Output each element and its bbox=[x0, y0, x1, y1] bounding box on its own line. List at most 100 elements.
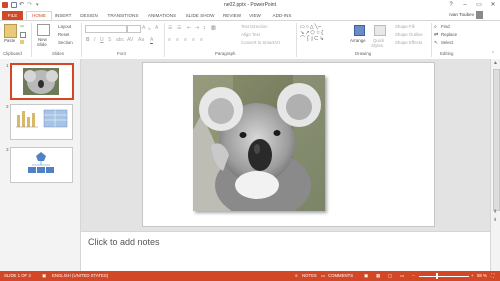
tab-view[interactable]: VIEW bbox=[246, 11, 264, 20]
vertical-scrollbar[interactable]: ▲ ⇞ ⇟ bbox=[490, 59, 500, 271]
reading-view-icon[interactable]: ▢ bbox=[388, 273, 392, 279]
shape-effects-button[interactable]: Shape Effects bbox=[395, 40, 422, 45]
font-color-icon[interactable]: A bbox=[150, 37, 154, 44]
align-text-button[interactable]: Align Text bbox=[241, 32, 260, 37]
paste-button-label[interactable]: Paste bbox=[4, 38, 15, 43]
replace-button[interactable]: Replace bbox=[441, 32, 457, 37]
tab-add-ins[interactable]: ADD-INS bbox=[267, 11, 297, 20]
font-name-box[interactable] bbox=[85, 25, 127, 33]
zoom-level[interactable]: 58 % bbox=[477, 273, 487, 278]
copy-icon[interactable] bbox=[20, 32, 26, 38]
clear-format-icon[interactable]: A bbox=[155, 25, 158, 31]
sorter-view-icon[interactable]: ▦ bbox=[376, 273, 380, 279]
slide-thumbnail-3[interactable] bbox=[10, 147, 73, 183]
tab-home[interactable]: HOME bbox=[26, 11, 52, 20]
select-icon[interactable]: ↖ bbox=[434, 40, 438, 46]
notes-placeholder[interactable]: Click to add notes bbox=[88, 237, 160, 247]
line-spacing-icon[interactable]: ↕ bbox=[203, 25, 206, 31]
paste-icon[interactable] bbox=[4, 24, 17, 38]
grow-font-icon[interactable]: A bbox=[142, 25, 145, 31]
slide-number: 3 bbox=[6, 147, 9, 152]
bold-icon[interactable]: B bbox=[86, 37, 90, 43]
comments-button[interactable]: COMMENTS bbox=[328, 273, 353, 278]
tab-file[interactable]: FILE bbox=[2, 11, 23, 20]
shape-outline-button[interactable]: Shape Outline bbox=[395, 32, 423, 37]
char-spacing-icon[interactable]: AV bbox=[127, 37, 133, 43]
comments-icon[interactable]: ▭ bbox=[321, 273, 325, 279]
tab-review[interactable]: REVIEW bbox=[220, 11, 244, 20]
help-button[interactable]: ? bbox=[446, 1, 456, 9]
slide-canvas[interactable] bbox=[142, 62, 435, 227]
avatar[interactable] bbox=[476, 11, 483, 19]
decrease-indent-icon[interactable]: ⇤ bbox=[187, 25, 191, 31]
slide-editor: Click to add notes bbox=[81, 59, 490, 272]
justify-icon[interactable]: ≡ bbox=[192, 37, 195, 43]
tab-slide-show[interactable]: SLIDE SHOW bbox=[183, 11, 217, 20]
notes-button[interactable]: NOTES bbox=[302, 273, 317, 278]
tab-transitions[interactable]: TRANSITIONS bbox=[104, 11, 142, 20]
increase-indent-icon[interactable]: ⇥ bbox=[195, 25, 199, 31]
collapse-ribbon-icon[interactable]: ⌃ bbox=[491, 51, 495, 57]
quick-styles-label-2[interactable]: Styles bbox=[371, 43, 383, 48]
convert-smartart-button[interactable]: Convert to SmartArt bbox=[241, 40, 280, 45]
slide-thumbnail-1[interactable] bbox=[10, 63, 74, 100]
notes-icon[interactable]: ≡ bbox=[295, 273, 298, 278]
shadow-icon[interactable]: abc bbox=[116, 37, 124, 43]
tab-animations[interactable]: ANIMATIONS bbox=[144, 11, 180, 20]
distributed-icon[interactable]: ≡ bbox=[200, 37, 203, 43]
arrange-icon[interactable] bbox=[354, 25, 365, 36]
align-left-icon[interactable]: ≡ bbox=[168, 37, 171, 43]
spellcheck-icon[interactable]: ▣ bbox=[42, 273, 46, 279]
find-icon[interactable]: ⌕ bbox=[434, 24, 437, 30]
normal-view-icon[interactable]: ▣ bbox=[364, 273, 368, 279]
strikethrough-icon[interactable]: S bbox=[108, 37, 111, 43]
close-button[interactable]: ✕ bbox=[488, 1, 498, 9]
shapes-icon[interactable]: ▭○△╲⌐ ↘↗⬠☆{⌒⎧⌋⊂↳ bbox=[300, 24, 344, 48]
minimize-button[interactable]: – bbox=[460, 1, 470, 9]
zoom-in-icon[interactable]: + bbox=[471, 273, 474, 278]
italic-icon[interactable]: I bbox=[94, 37, 95, 43]
section-button[interactable]: Section bbox=[58, 40, 73, 45]
columns-icon[interactable]: ▥ bbox=[211, 25, 216, 31]
zoom-slider-thumb[interactable] bbox=[436, 273, 438, 279]
chart-thumbnail-image bbox=[16, 109, 68, 128]
cut-icon[interactable]: ✂ bbox=[20, 24, 24, 30]
separator bbox=[81, 23, 82, 57]
shape-fill-button[interactable]: Shape Fill bbox=[395, 24, 415, 29]
tab-insert[interactable]: INSERT bbox=[51, 11, 75, 20]
reset-button[interactable]: Reset bbox=[58, 32, 69, 37]
next-slide-icon[interactable]: ⇟ bbox=[493, 217, 497, 223]
select-button[interactable]: Select bbox=[441, 40, 453, 45]
scroll-thumb[interactable] bbox=[493, 69, 500, 211]
new-slide-label-2[interactable]: Slide bbox=[37, 42, 47, 47]
replace-icon[interactable]: ⇄ bbox=[434, 32, 438, 38]
align-right-icon[interactable]: ≡ bbox=[184, 37, 187, 43]
zoom-out-icon[interactable]: − bbox=[412, 273, 415, 278]
change-case-icon[interactable]: Aa bbox=[138, 37, 144, 43]
slide-thumbnail-2[interactable] bbox=[10, 104, 73, 140]
underline-icon[interactable]: U bbox=[100, 37, 104, 43]
text-direction-button[interactable]: Text Direction bbox=[241, 24, 268, 29]
shrink-font-icon[interactable]: A bbox=[148, 26, 151, 31]
numbering-icon[interactable]: ☰ bbox=[177, 25, 181, 31]
new-slide-icon[interactable] bbox=[37, 24, 50, 36]
font-size-box[interactable] bbox=[127, 25, 141, 33]
maximize-button[interactable]: ▭ bbox=[474, 1, 484, 9]
quick-styles-icon[interactable] bbox=[374, 25, 386, 36]
user-name[interactable]: Ivan Toubev bbox=[449, 12, 474, 17]
bullets-icon[interactable]: ☰ bbox=[168, 25, 172, 31]
koala-picture[interactable] bbox=[193, 75, 325, 211]
layout-button[interactable]: Layout bbox=[58, 24, 71, 29]
tab-design[interactable]: DESIGN bbox=[77, 11, 101, 20]
scroll-up-icon[interactable]: ▲ bbox=[493, 60, 498, 66]
align-center-icon[interactable]: ≡ bbox=[176, 37, 179, 43]
arrange-button[interactable]: Arrange bbox=[350, 38, 366, 43]
zoom-slider[interactable] bbox=[419, 276, 469, 277]
fit-slide-icon[interactable]: ⛶ bbox=[491, 273, 494, 278]
format-painter-icon[interactable] bbox=[20, 40, 24, 44]
notes-pane[interactable]: Click to add notes bbox=[81, 231, 490, 272]
prev-slide-icon[interactable]: ⇞ bbox=[493, 209, 497, 215]
language-indicator[interactable]: ENGLISH (UNITED STATES) bbox=[52, 273, 108, 278]
slideshow-icon[interactable]: ▭ bbox=[400, 273, 404, 279]
find-button[interactable]: Find bbox=[441, 24, 450, 29]
